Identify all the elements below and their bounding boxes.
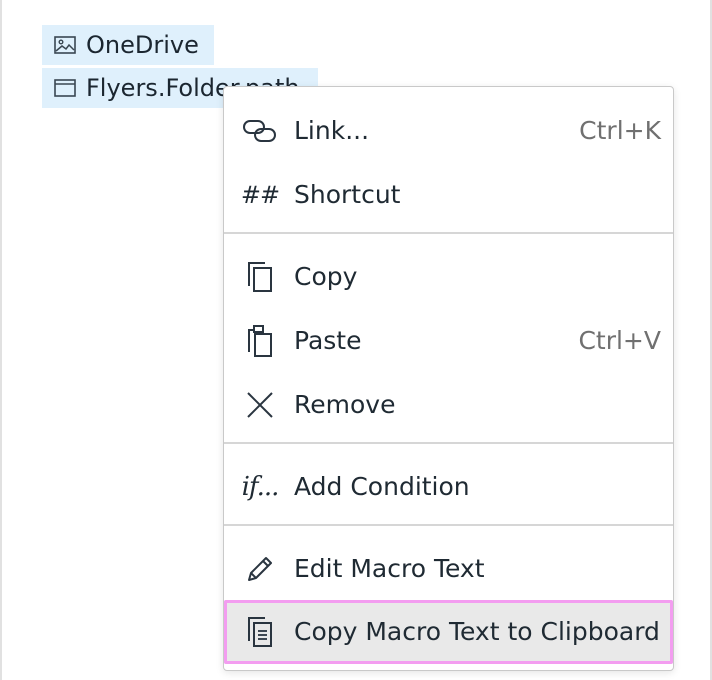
window-icon (52, 78, 78, 98)
menu-item-label: Remove (294, 390, 396, 419)
menu-item-label: Copy (294, 262, 358, 291)
menu-item-edit-macro-text[interactable]: Edit Macro Text (224, 537, 673, 601)
pencil-icon (242, 551, 278, 587)
menu-item-label: Add Condition (294, 472, 470, 501)
menu-item-link[interactable]: Link... Ctrl+K (224, 99, 673, 163)
menu-item-label: Link... (294, 116, 370, 145)
close-icon (242, 387, 278, 423)
menu-item-remove[interactable]: Remove (224, 373, 673, 437)
paste-icon (242, 323, 278, 359)
clipboard-text-icon (242, 614, 278, 650)
menu-item-paste[interactable]: Paste Ctrl+V (224, 309, 673, 373)
menu-item-add-condition[interactable]: if... Add Condition (224, 455, 673, 519)
menu-item-copy[interactable]: Copy (224, 245, 673, 309)
menu-item-shortcut[interactable]: ## Shortcut (224, 163, 673, 227)
menu-item-label: Paste (294, 326, 362, 355)
menu-item-label: Edit Macro Text (294, 554, 485, 583)
menu-item-label: Copy Macro Text to Clipboard (294, 617, 660, 646)
document-canvas: OneDrive Flyers.Folder.path Link... Ctrl… (0, 0, 712, 680)
menu-item-label: Shortcut (294, 180, 401, 209)
menu-item-copy-macro-text[interactable]: Copy Macro Text to Clipboard (224, 600, 673, 664)
hash-icon: ## (240, 181, 280, 209)
keyboard-shortcut: Ctrl+V (578, 326, 661, 355)
token-label: OneDrive (86, 31, 199, 59)
menu-separator (224, 232, 673, 234)
menu-separator (224, 524, 673, 526)
menu-separator (224, 442, 673, 444)
link-icon (242, 113, 278, 149)
image-icon (52, 35, 78, 55)
copy-icon (242, 259, 278, 295)
onedrive-token[interactable]: OneDrive (42, 25, 214, 65)
condition-icon: if... (241, 472, 280, 502)
keyboard-shortcut: Ctrl+K (579, 116, 661, 145)
context-menu: Link... Ctrl+K ## Shortcut Copy Paste Ct… (223, 86, 674, 671)
